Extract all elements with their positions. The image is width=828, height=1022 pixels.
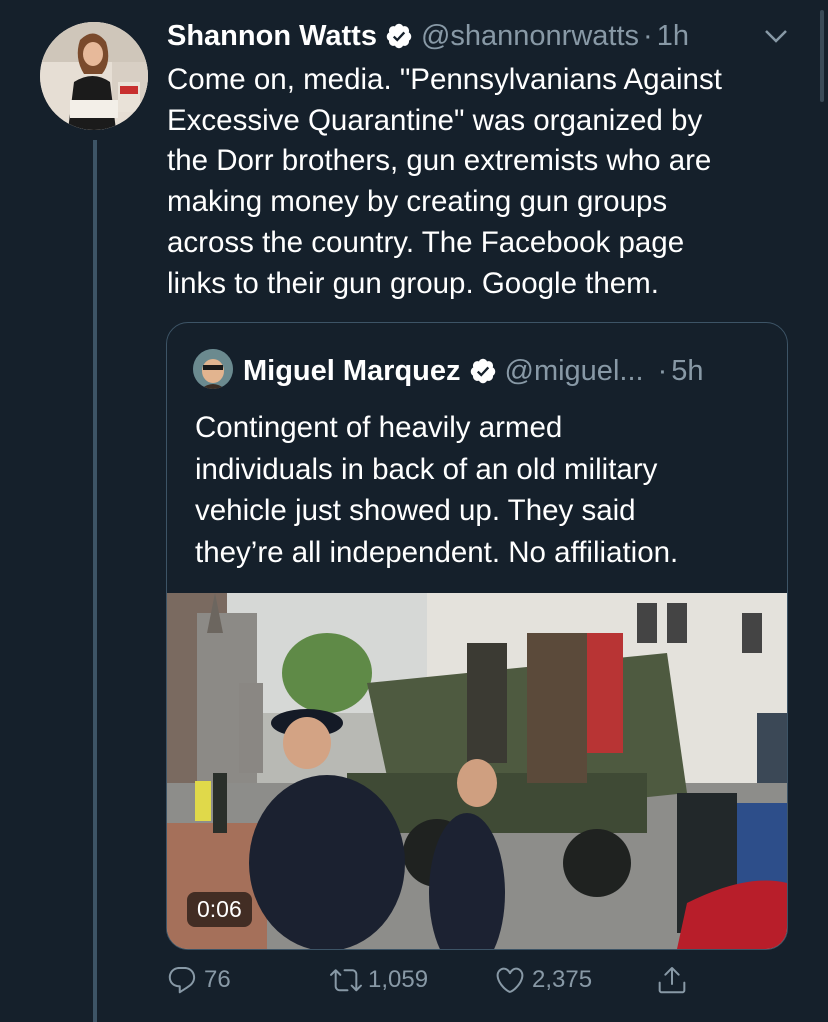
- scrollbar[interactable]: [820, 10, 824, 102]
- quoted-tweet-timestamp[interactable]: 5h: [671, 355, 703, 388]
- video-thumbnail: [167, 593, 787, 949]
- verified-icon: [470, 358, 495, 384]
- share-button[interactable]: [656, 964, 694, 996]
- video-player[interactable]: 0:06: [167, 593, 787, 949]
- quoted-tweet-text: Contingent of heavily armed individuals …: [195, 411, 679, 569]
- quoted-author-name[interactable]: Miguel Marquez: [243, 355, 461, 388]
- verified-icon: [386, 23, 412, 49]
- separator-dot: ·: [657, 354, 668, 387]
- video-duration-badge: 0:06: [187, 892, 252, 927]
- like-button[interactable]: 2,375: [494, 964, 592, 996]
- share-icon: [658, 967, 686, 994]
- tweet-text: Come on, media. "Pennsylvanians Against …: [167, 63, 722, 300]
- quoted-tweet[interactable]: Miguel Marquez @miguel... · 5h Contingen…: [166, 322, 788, 950]
- like-icon: [496, 967, 524, 993]
- tweet-actions: 76 1,059 2,375: [166, 964, 726, 1008]
- reply-icon: [168, 966, 196, 994]
- tweet-timestamp[interactable]: 1h: [657, 20, 689, 53]
- retweet-button[interactable]: 1,059: [330, 964, 428, 996]
- quoted-author-avatar[interactable]: [193, 349, 233, 389]
- tweet-header: Shannon Watts @shannonrwatts · 1h: [167, 16, 689, 56]
- like-count: 2,375: [532, 966, 593, 993]
- separator-dot: ·: [643, 19, 653, 52]
- author-name[interactable]: Shannon Watts: [167, 20, 377, 53]
- author-avatar[interactable]: [40, 22, 148, 130]
- reply-button[interactable]: 76: [166, 964, 231, 996]
- quoted-tweet-header: Miguel Marquez @miguel... · 5h: [243, 351, 704, 391]
- quoted-author-handle[interactable]: @miguel...: [505, 355, 644, 388]
- reply-count: 76: [204, 966, 231, 993]
- retweet-count: 1,059: [368, 966, 429, 993]
- chevron-down-icon[interactable]: [760, 24, 792, 48]
- thread-line: [93, 140, 97, 1022]
- retweet-icon: [330, 969, 362, 992]
- author-handle[interactable]: @shannonrwatts: [421, 20, 639, 53]
